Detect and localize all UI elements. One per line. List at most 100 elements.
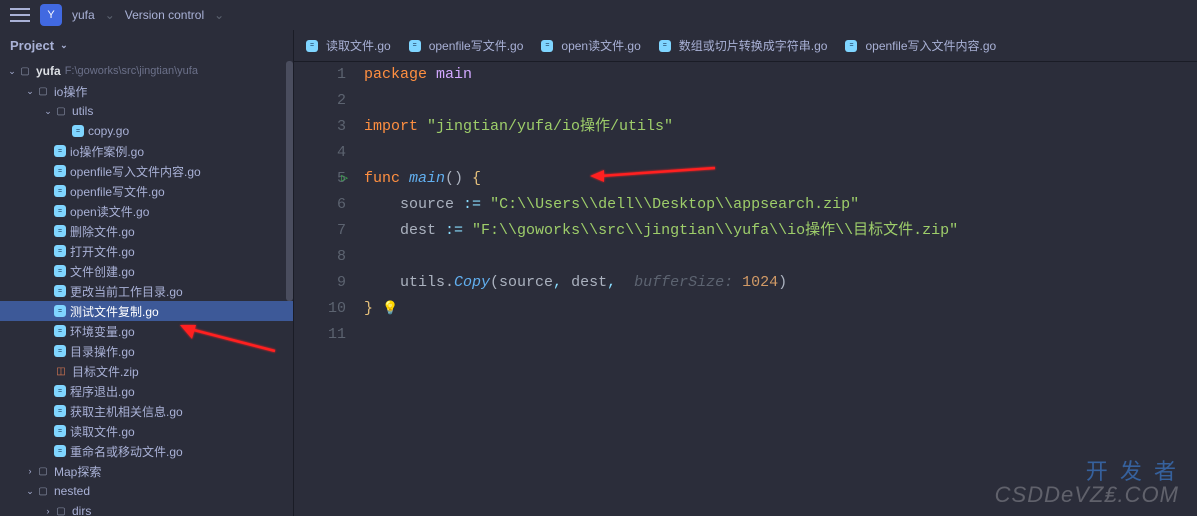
- editor-tab[interactable]: = 读取文件.go: [306, 37, 391, 54]
- tree-file[interactable]: =openfile写入文件内容.go: [0, 161, 293, 181]
- tree-file[interactable]: =重命名或移动文件.go: [0, 441, 293, 461]
- tab-label: 读取文件.go: [326, 37, 391, 54]
- folder-icon: ▢: [18, 64, 32, 78]
- editor-tab[interactable]: =openfile写入文件内容.go: [845, 37, 996, 54]
- watermark: CSDDeVZ₤.COM: [995, 482, 1179, 508]
- vc-label[interactable]: Version control: [125, 8, 204, 22]
- chevron-down-icon: ⌄: [105, 8, 115, 22]
- toolbar: Y yufa ⌄ Version control ⌄: [0, 0, 1197, 30]
- tree-file[interactable]: = 文件创建.go: [0, 261, 293, 281]
- tree-item-label: open读文件.go: [70, 203, 149, 220]
- tree-item-label: 删除文件.go: [70, 223, 135, 240]
- tree-file[interactable]: =打开文件.go: [0, 241, 293, 261]
- tree-file[interactable]: = io操作案例.go: [0, 141, 293, 161]
- folder-icon: ▢: [36, 464, 50, 478]
- code-line[interactable]: [364, 140, 1197, 166]
- tree-folder[interactable]: ⌄▢nested: [0, 481, 293, 501]
- tree-file[interactable]: ◫ 目标文件.zip: [0, 361, 293, 381]
- tree-file[interactable]: =删除文件.go: [0, 221, 293, 241]
- code-editor[interactable]: 12345▷67891011 package mainimport "jingt…: [294, 62, 1197, 516]
- tree-file[interactable]: = 目录操作.go: [0, 341, 293, 361]
- sidebar-header[interactable]: Project ⌄: [0, 30, 293, 61]
- tree-item-label: 测试文件复制.go: [70, 303, 159, 320]
- code-body[interactable]: package main import "jingtian/yufa/io操作/u…: [364, 62, 1197, 516]
- code-line[interactable]: } 💡: [364, 296, 1197, 322]
- go-file-icon: =: [54, 165, 66, 177]
- line-number: 1: [294, 62, 346, 88]
- code-line[interactable]: utils.Copy(source, dest, bufferSize: 102…: [364, 270, 1197, 296]
- tree-file[interactable]: =环境变量.go: [0, 321, 293, 341]
- tree-file[interactable]: =openfile写文件.go: [0, 181, 293, 201]
- code-line[interactable]: source := "C:\\Users\\dell\\Desktop\\app…: [364, 192, 1197, 218]
- go-file-icon: =: [409, 40, 421, 52]
- tree-file[interactable]: = copy.go: [0, 121, 293, 141]
- editor-tab[interactable]: =数组或切片转换成字符串.go: [659, 37, 828, 54]
- tree-item-label: io操作: [54, 83, 87, 100]
- tree-file[interactable]: = 获取主机相关信息.go: [0, 401, 293, 421]
- scrollbar-thumb[interactable]: [286, 61, 293, 301]
- run-icon[interactable]: ▷: [341, 166, 348, 192]
- go-file-icon: =: [54, 145, 66, 157]
- tree-file[interactable]: =测试文件复制.go: [0, 301, 293, 321]
- go-file-icon: =: [306, 40, 318, 52]
- editor-tab[interactable]: =open读文件.go: [541, 37, 640, 54]
- chevron-down-icon: ⌄: [60, 40, 68, 51]
- editor-tab[interactable]: =openfile写文件.go: [409, 37, 524, 54]
- tab-label: 数组或切片转换成字符串.go: [679, 37, 828, 54]
- project-name[interactable]: yufa: [72, 8, 95, 22]
- tree-folder[interactable]: ⌄▢ utils: [0, 101, 293, 121]
- code-line[interactable]: package main: [364, 62, 1197, 88]
- code-line[interactable]: dest := "F:\\goworks\\src\\jingtian\\yuf…: [364, 218, 1197, 244]
- code-line[interactable]: [364, 322, 1197, 348]
- go-file-icon: =: [54, 325, 66, 337]
- go-file-icon: =: [54, 345, 66, 357]
- tree-folder[interactable]: ›▢dirs: [0, 501, 293, 516]
- code-line[interactable]: [364, 244, 1197, 270]
- line-number: 7: [294, 218, 346, 244]
- tree-folder[interactable]: ⌄▢io操作: [0, 81, 293, 101]
- editor-tabs: =读取文件.go=openfile写文件.go=open读文件.go=数组或切片…: [294, 30, 1197, 62]
- go-file-icon: =: [541, 40, 553, 52]
- tree-file[interactable]: =open读文件.go: [0, 201, 293, 221]
- chevron-right-icon: ›: [24, 466, 36, 476]
- folder-icon: ▢: [36, 484, 50, 498]
- menu-icon[interactable]: [10, 8, 30, 22]
- line-number: 4: [294, 140, 346, 166]
- chevron-down-icon: ⌄: [24, 486, 36, 497]
- tree-item-label: 程序退出.go: [70, 383, 135, 400]
- go-file-icon: =: [54, 425, 66, 437]
- tree-root[interactable]: ⌄▢yufaF:\goworks\src\jingtian\yufa: [0, 61, 293, 81]
- tree-file[interactable]: =读取文件.go: [0, 421, 293, 441]
- go-file-icon: =: [54, 265, 66, 277]
- tree-item-label: copy.go: [88, 124, 129, 138]
- tree-item-label: io操作案例.go: [70, 143, 144, 160]
- tree-folder[interactable]: ›▢ Map探索: [0, 461, 293, 481]
- code-line[interactable]: [364, 88, 1197, 114]
- go-file-icon: =: [54, 405, 66, 417]
- line-number: 2: [294, 88, 346, 114]
- tree-item-label: Map探索: [54, 463, 101, 480]
- tree-item-label: 目录操作.go: [70, 343, 135, 360]
- tree-item-label: 目标文件.zip: [72, 363, 139, 380]
- go-file-icon: =: [72, 125, 84, 137]
- go-file-icon: =: [54, 385, 66, 397]
- code-line[interactable]: import "jingtian/yufa/io操作/utils": [364, 114, 1197, 140]
- chevron-right-icon: ›: [42, 506, 54, 516]
- tree-item-label: utils: [72, 104, 93, 118]
- chevron-down-icon: ⌄: [214, 8, 224, 22]
- line-number: 9: [294, 270, 346, 296]
- code-line[interactable]: func main() {: [364, 166, 1197, 192]
- folder-icon: ▢: [54, 104, 68, 118]
- tree-file[interactable]: = 程序退出.go: [0, 381, 293, 401]
- chevron-down-icon: ⌄: [24, 86, 36, 97]
- tree-item-label: 文件创建.go: [70, 263, 135, 280]
- chevron-down-icon: ⌄: [42, 106, 54, 117]
- tree-file[interactable]: =更改当前工作目录.go: [0, 281, 293, 301]
- tree-item-label: 获取主机相关信息.go: [70, 403, 183, 420]
- archive-icon: ◫: [54, 364, 68, 378]
- line-number: 5▷: [294, 166, 346, 192]
- project-badge[interactable]: Y: [40, 4, 62, 26]
- line-number: 8: [294, 244, 346, 270]
- sidebar-title: Project: [10, 38, 54, 53]
- bulb-icon[interactable]: 💡: [382, 301, 398, 316]
